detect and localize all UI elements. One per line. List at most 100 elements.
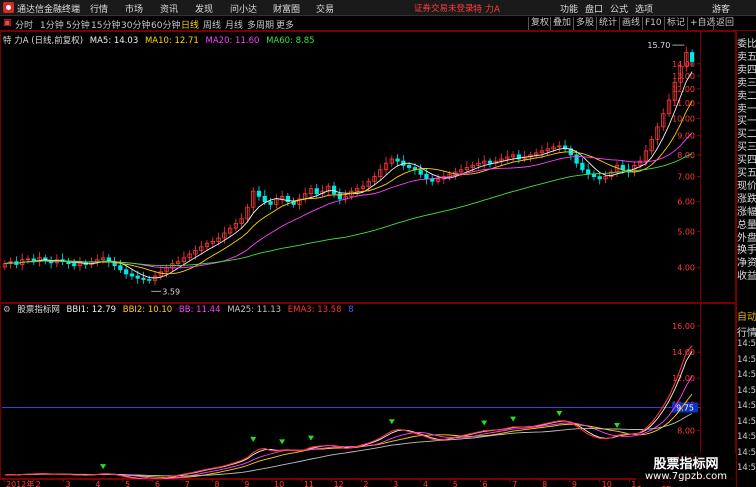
side-lower-label-3: 14:56 — [737, 354, 756, 365]
ind-line-bb — [4, 375, 693, 480]
menu-faxian[interactable]: 发现 — [195, 2, 213, 15]
candle-body — [586, 169, 591, 175]
indicator-panel-frame — [0, 303, 736, 479]
period-fenshi[interactable]: 分时 — [15, 18, 33, 31]
candle-66 — [383, 156, 389, 175]
candle-body — [395, 158, 400, 162]
low-price-label: 3.59 — [162, 287, 180, 296]
menu-pankou[interactable]: 盘口 — [585, 2, 603, 15]
legend-ma20: MA20: 11.60 — [205, 36, 260, 46]
tool-diejia[interactable]: 叠加 — [550, 17, 573, 30]
login-status[interactable]: 证券交易未登录 — [414, 2, 474, 14]
period-bar: ▣ 分时 1分钟 5分钟 15分钟 30分钟 60分钟 日线 周线 月线 多周期… — [0, 16, 756, 31]
legend-ma10: MA10: 12.71 — [144, 36, 199, 46]
candle-body — [430, 178, 435, 182]
candle-97 — [562, 140, 568, 153]
period-multi[interactable]: 多周期 — [247, 18, 274, 31]
xtick-label-5: 6 — [155, 480, 160, 487]
period-daily[interactable]: 日线 — [181, 18, 199, 31]
tool-fuquan[interactable]: 复权 — [528, 17, 551, 30]
watermark-title: 股票指标网 — [653, 457, 719, 472]
menu-shichang[interactable]: 市场 — [125, 2, 143, 15]
candle-48 — [279, 190, 285, 205]
candle-35 — [204, 239, 210, 251]
candle-56 — [326, 182, 331, 197]
xtick-label-20: 10 — [602, 480, 612, 487]
xtick-label-8: 9 — [244, 480, 249, 487]
candle-body — [331, 185, 337, 195]
candle-59 — [343, 189, 348, 204]
candle-88 — [510, 151, 516, 163]
candle-11 — [66, 257, 71, 269]
main-ytick-label-0: 4.00 — [677, 264, 695, 273]
candle-body — [256, 190, 262, 197]
candle-105 — [609, 168, 614, 180]
legend-ma25: MA25: 11.13 — [227, 305, 282, 315]
candle-62 — [360, 180, 366, 193]
xtick-label-17: 7 — [512, 480, 517, 487]
candle-92 — [534, 148, 539, 159]
period-30min[interactable]: 30分钟 — [121, 18, 150, 31]
xtick-label-15: 5 — [453, 480, 458, 487]
ind-line-ma25 — [4, 413, 693, 477]
menu-jiaoyi[interactable]: 交易 — [316, 2, 334, 15]
candle-55 — [320, 185, 325, 198]
legend-bbi2: BBI2: 10.10 — [122, 305, 173, 315]
tool-f10[interactable]: F10 — [642, 17, 664, 30]
candle-body — [418, 169, 423, 175]
candle-body — [424, 173, 429, 180]
xtick-label-1: 2 — [36, 480, 41, 487]
signal-arrow-88 — [510, 416, 517, 422]
app-title: 通达信金融终端 — [17, 5, 81, 15]
tool-back[interactable]: 返回 — [713, 17, 736, 30]
menu-zixun[interactable]: 资讯 — [160, 2, 178, 15]
ind-ytick-label-5: 16.00 — [672, 322, 695, 331]
period-5min[interactable]: 5分钟 — [66, 18, 90, 31]
menu-hangqing[interactable]: 行情 — [90, 2, 108, 15]
candle-5 — [31, 254, 36, 265]
menu-gongneng[interactable]: 功能 — [560, 2, 578, 15]
xtick-label-2: 3 — [66, 480, 71, 487]
period-monthly[interactable]: 月线 — [225, 18, 243, 31]
menu-wenxiaoda[interactable]: 问小达 — [230, 2, 257, 15]
candle-104 — [603, 170, 608, 184]
candle-85 — [493, 156, 498, 167]
kline-chart[interactable]: 4.005.006.007.008.009.0010.0011.0012.001… — [0, 31, 736, 487]
period-1min[interactable]: 1分钟 — [40, 18, 64, 31]
candle-61 — [355, 183, 360, 197]
candle-10 — [60, 253, 65, 265]
period-more[interactable]: 更多 — [276, 18, 294, 31]
guest-user[interactable]: 游客 — [712, 2, 730, 15]
legend-bb: BB: 11.44 — [178, 305, 221, 315]
candle-19 — [112, 256, 117, 271]
candle-12 — [72, 258, 77, 270]
candle-101 — [586, 163, 591, 180]
tool-duogu[interactable]: 多股 — [573, 17, 596, 30]
candle-body — [124, 269, 129, 275]
signal-arrow-43 — [250, 436, 257, 442]
candle-body — [574, 154, 579, 164]
menu-xuanxiang[interactable]: 选项 — [635, 2, 653, 15]
signal-arrow-17 — [100, 464, 107, 470]
side-lower-label-10: 14:56 — [737, 463, 756, 473]
period-60min[interactable]: 60分钟 — [151, 18, 180, 31]
candle-body — [147, 279, 152, 281]
main-chart-title: 特 力A (日线,前复权) — [3, 36, 84, 46]
candle-41 — [239, 212, 244, 229]
legend-ma60: MA60: 8.85 — [266, 36, 315, 46]
tool-tongji[interactable]: 统计 — [596, 17, 619, 30]
candle-body — [268, 201, 273, 205]
xtick-label-0: 2012年 — [6, 479, 34, 487]
side-lower-label-9: 14:56 — [737, 447, 756, 458]
indicator-settings-icon[interactable]: ⚙ — [3, 305, 11, 315]
tool-biaoji[interactable]: 标记 — [664, 17, 687, 30]
period-box-icon[interactable]: ▣ — [3, 18, 12, 28]
period-weekly[interactable]: 周线 — [203, 18, 221, 31]
menu-caifuquan[interactable]: 财富圈 — [273, 2, 300, 15]
legend-extra: 8 — [348, 305, 354, 315]
period-15min[interactable]: 15分钟 — [91, 18, 120, 31]
xtick-label-13: 3 — [393, 480, 398, 487]
candle-102 — [591, 170, 597, 181]
tool-huaxian[interactable]: 画线 — [619, 17, 642, 30]
menu-gongshi[interactable]: 公式 — [610, 2, 628, 15]
